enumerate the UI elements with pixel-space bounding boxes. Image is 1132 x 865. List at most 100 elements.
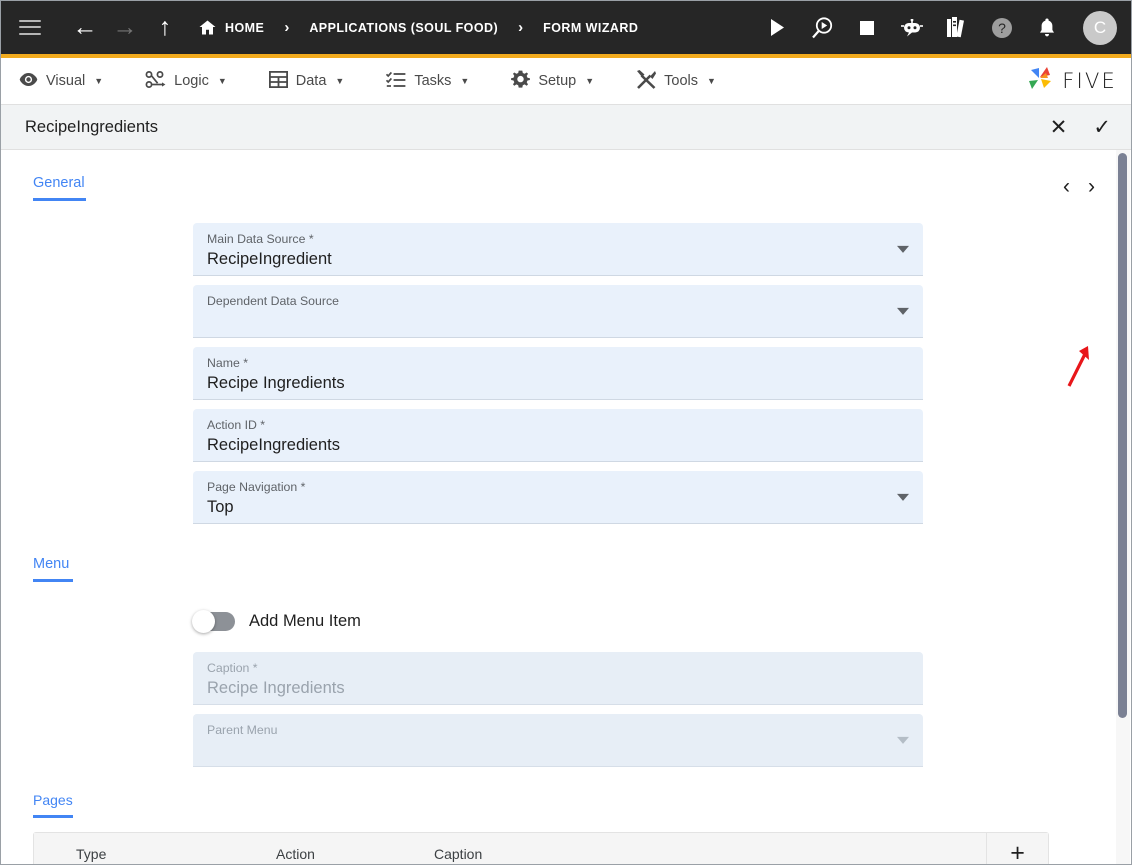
chatbot-icon[interactable] (899, 15, 925, 41)
add-menu-item-row: Add Menu Item (192, 610, 1131, 633)
breadcrumb-item-home[interactable]: HOME (199, 20, 264, 35)
section-label-pages: Pages (33, 792, 73, 808)
menu-label-tasks: Tasks (414, 73, 452, 89)
form-scroll-area: ‹ › General Main Data Source * RecipeIng… (1, 150, 1131, 864)
menu-item-tasks[interactable]: Tasks ▼ (386, 71, 469, 92)
field-value: Top (207, 498, 234, 516)
field-main-data-source[interactable]: Main Data Source * RecipeIngredient (193, 223, 923, 276)
breadcrumb-label-home: HOME (225, 20, 265, 35)
field-name[interactable]: Name * Recipe Ingredients (193, 347, 923, 400)
hamburger-icon[interactable] (19, 19, 41, 36)
field-parent-menu[interactable]: Parent Menu (193, 714, 923, 767)
five-pinwheel-icon (1025, 64, 1055, 99)
chevron-down-icon: ▼ (217, 76, 227, 86)
menu-item-visual[interactable]: Visual ▼ (19, 72, 103, 91)
field-caption[interactable]: Caption * Recipe Ingredients (193, 652, 923, 705)
panel-header-actions: ✕ ✓ (1050, 117, 1111, 138)
menu-label-logic: Logic (174, 73, 209, 89)
field-label: Dependent Data Source (207, 294, 339, 308)
field-label: Parent Menu (207, 723, 278, 737)
breadcrumb-item-applications[interactable]: APPLICATIONS (SOUL FOOD) (309, 21, 498, 35)
menu-item-tools[interactable]: Tools ▼ (636, 69, 716, 93)
chevron-down-icon: ▼ (585, 76, 595, 86)
avatar[interactable]: C (1083, 10, 1117, 45)
field-label: Page Navigation * (207, 480, 306, 494)
toggle-knob (192, 610, 215, 633)
column-header-action: Action (276, 845, 315, 862)
field-action-id[interactable]: Action ID * RecipeIngredients (193, 409, 923, 462)
menu-label-visual: Visual (46, 73, 86, 89)
menu-fields: Caption * Recipe Ingredients Parent Menu (193, 652, 923, 767)
section-menu: Menu Add Menu Item Caption * Recipe Ingr… (1, 533, 1131, 767)
pages-table-header: Type Action Caption + (34, 832, 1048, 864)
up-arrow-icon[interactable]: ↑ (145, 12, 185, 44)
menu-label-tools: Tools (664, 73, 698, 89)
form-wizard-window: ← → ↑ HOME › APPLICATIONS (SOUL FOOD) › … (0, 0, 1132, 865)
svg-text:?: ? (998, 20, 1006, 36)
add-menu-item-toggle[interactable] (192, 610, 235, 633)
avatar-initial: C (1093, 17, 1107, 37)
tools-wrench-icon (636, 69, 657, 93)
panel-header: RecipeIngredients ✕ ✓ (1, 105, 1131, 150)
back-arrow-icon[interactable]: ← (65, 12, 105, 44)
chevron-down-icon: ▼ (460, 76, 470, 86)
column-header-type: Type (76, 845, 107, 862)
field-label: Name * (207, 356, 249, 370)
breadcrumb-item-form-wizard[interactable]: FORM WIZARD (543, 21, 638, 35)
section-underline (33, 815, 73, 818)
field-label: Action ID * (207, 418, 266, 432)
home-icon (199, 20, 216, 35)
field-value: RecipeIngredients (207, 436, 340, 454)
menu-item-data[interactable]: Data ▼ (268, 70, 345, 92)
section-pages: Pages (1, 776, 1131, 818)
general-fields: Main Data Source * RecipeIngredient Depe… (193, 223, 923, 524)
five-brand-text: FIVE (1062, 69, 1117, 93)
chevron-down-icon: ▼ (335, 76, 345, 86)
chevron-down-icon: ▼ (94, 76, 104, 86)
menu-label-data: Data (295, 73, 327, 89)
topbar-actions: ? C (764, 10, 1117, 45)
chevron-down-icon[interactable] (897, 493, 909, 501)
pages-table: Type Action Caption + Form (33, 832, 1049, 864)
menu-item-setup[interactable]: Setup ▼ (511, 70, 594, 93)
field-dependent-data-source[interactable]: Dependent Data Source (193, 285, 923, 338)
library-books-icon[interactable] (944, 15, 970, 41)
chevron-down-icon[interactable] (897, 736, 909, 744)
section-underline (33, 198, 86, 201)
column-header-caption: Caption (434, 845, 483, 862)
breadcrumb-separator: › (518, 19, 524, 36)
chevron-down-icon: ▼ (707, 76, 716, 86)
field-value: Recipe Ingredients (207, 374, 345, 392)
eye-icon (19, 72, 38, 91)
menu-item-logic[interactable]: Logic ▼ (145, 70, 227, 92)
section-underline (33, 579, 73, 582)
breadcrumb: HOME › APPLICATIONS (SOUL FOOD) › FORM W… (199, 20, 638, 35)
page-title: RecipeIngredients (25, 117, 158, 136)
help-icon[interactable]: ? (989, 15, 1015, 41)
field-label: Caption * (207, 661, 258, 675)
close-icon[interactable]: ✕ (1050, 117, 1068, 138)
notifications-bell-icon[interactable] (1034, 15, 1060, 41)
add-menu-item-label: Add Menu Item (249, 612, 361, 630)
run-icon[interactable] (764, 15, 790, 41)
field-page-navigation[interactable]: Page Navigation * Top (193, 471, 923, 524)
section-general: General Main Data Source * RecipeIngredi… (1, 150, 1131, 524)
chevron-down-icon[interactable] (897, 245, 909, 253)
breadcrumb-label-form-wizard: FORM WIZARD (543, 20, 639, 35)
forward-arrow-icon[interactable]: → (105, 12, 145, 44)
gear-icon (511, 70, 531, 93)
confirm-check-icon[interactable]: ✓ (1093, 117, 1111, 138)
section-label-menu: Menu (33, 556, 70, 572)
breadcrumb-separator: › (284, 19, 290, 36)
add-page-button[interactable]: + (986, 832, 1048, 864)
breadcrumb-label-applications: APPLICATIONS (SOUL FOOD) (309, 20, 499, 35)
field-value: RecipeIngredient (207, 250, 332, 268)
chevron-down-icon[interactable] (897, 307, 909, 315)
debug-run-icon[interactable] (809, 15, 835, 41)
field-label: Main Data Source * (207, 232, 314, 246)
field-value: Recipe Ingredients (207, 679, 345, 697)
menu-label-setup: Setup (538, 73, 577, 89)
section-label-general: General (33, 175, 85, 191)
five-logo: FIVE (1025, 64, 1117, 99)
stop-icon[interactable] (854, 15, 880, 41)
